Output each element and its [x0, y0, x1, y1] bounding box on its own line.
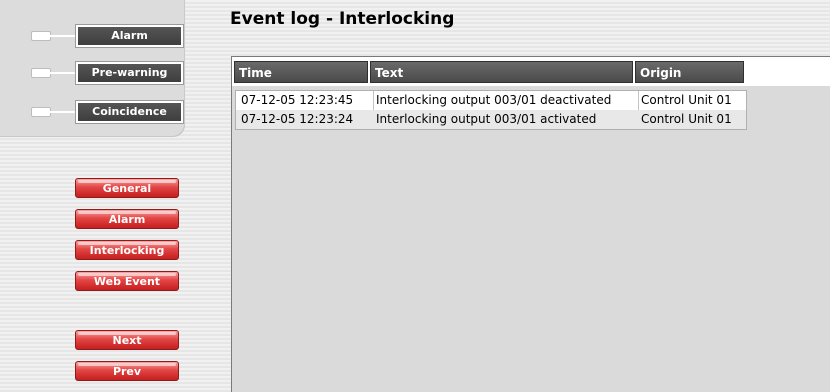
interlocking-button[interactable]: Interlocking — [75, 240, 179, 260]
cell-text: Interlocking output 003/01 deactivated — [376, 93, 612, 107]
column-header-text[interactable]: Text — [370, 61, 633, 83]
alarm-log-button[interactable]: Alarm — [75, 209, 179, 229]
interlocking-button-label: Interlocking — [89, 244, 165, 257]
general-button[interactable]: General — [75, 178, 179, 198]
alarm-indicator-connector — [49, 35, 76, 37]
prev-button[interactable]: Prev — [75, 361, 179, 381]
next-button-label: Next — [112, 334, 142, 347]
prev-button-label: Prev — [112, 365, 142, 378]
coincidence-indicator-connector — [49, 111, 76, 113]
status-panel: Alarm Pre-warning Coincidence — [0, 0, 185, 137]
cell-time: 07-12-05 12:23:45 — [241, 93, 354, 107]
page-title: Event log - Interlocking — [230, 9, 455, 29]
cell-time: 07-12-05 12:23:24 — [241, 112, 354, 126]
web-event-button-label: Web Event — [93, 275, 161, 288]
table-row[interactable]: 07-12-05 12:23:45 Interlocking output 00… — [236, 91, 746, 110]
alarm-status-label: Alarm — [76, 25, 183, 47]
cell-origin: Control Unit 01 — [641, 93, 732, 107]
alarm-indicator-lamp — [31, 31, 51, 41]
next-button[interactable]: Next — [75, 330, 179, 350]
cell-text: Interlocking output 003/01 activated — [376, 112, 597, 126]
pre-warning-indicator-connector — [49, 72, 76, 74]
web-event-button[interactable]: Web Event — [75, 271, 179, 291]
table-header-row: Time Text Origin — [232, 57, 830, 86]
pre-warning-indicator-lamp — [31, 68, 51, 78]
general-button-label: General — [102, 182, 152, 195]
event-log-panel: Time Text Origin 07-12-05 12:23:45 Inter… — [231, 56, 830, 392]
table-row[interactable]: 07-12-05 12:23:24 Interlocking output 00… — [236, 110, 746, 129]
pre-warning-status-label: Pre-warning — [76, 62, 183, 84]
alarm-log-button-label: Alarm — [108, 213, 146, 226]
column-header-origin[interactable]: Origin — [635, 61, 744, 83]
event-log-table: 07-12-05 12:23:45 Interlocking output 00… — [235, 90, 747, 130]
coincidence-indicator-lamp — [31, 107, 51, 117]
cell-origin: Control Unit 01 — [641, 112, 732, 126]
column-header-time[interactable]: Time — [234, 61, 368, 83]
coincidence-status-label: Coincidence — [76, 101, 183, 123]
